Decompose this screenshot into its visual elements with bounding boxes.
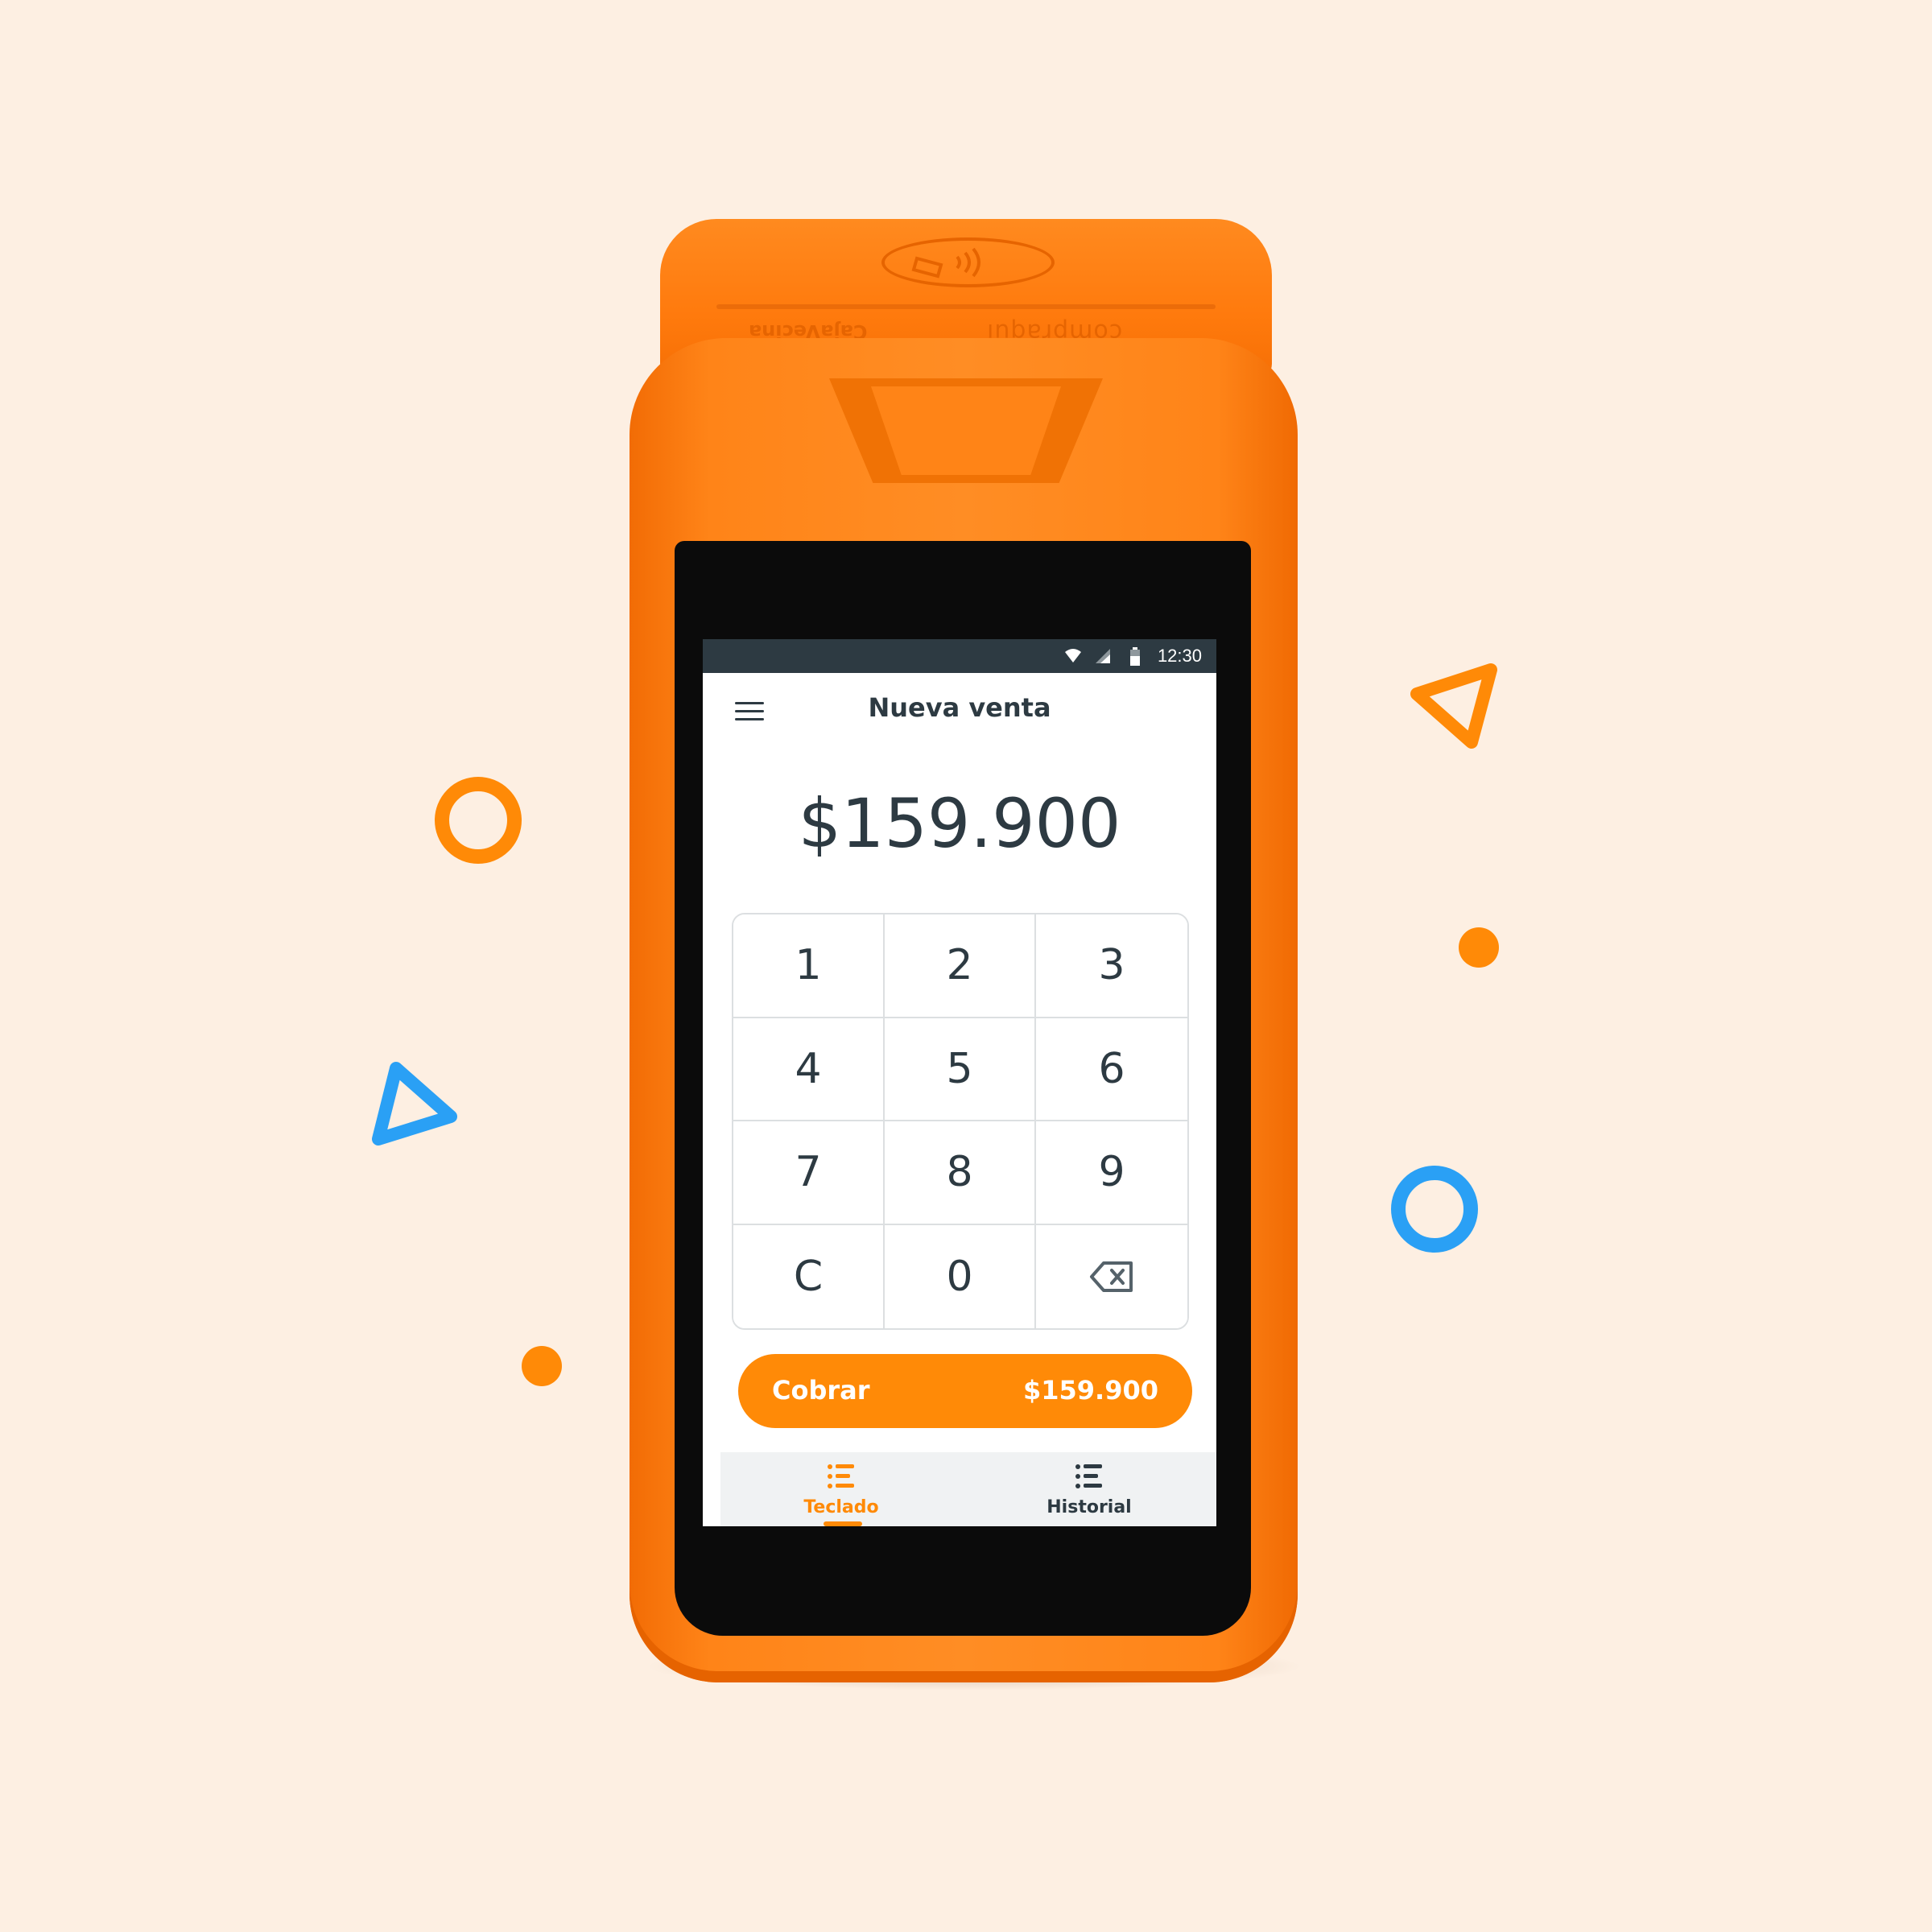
status-bar: 12:30 <box>703 639 1216 673</box>
bottom-nav: Teclado Historial <box>720 1452 1216 1526</box>
key-1[interactable]: 1 <box>733 914 885 1018</box>
key-0[interactable]: 0 <box>885 1224 1036 1328</box>
charge-button[interactable]: Cobrar $159.900 <box>738 1354 1192 1428</box>
page-title: Nueva venta <box>868 692 1051 723</box>
wifi-icon <box>1065 649 1081 663</box>
tab-teclado-label: Teclado <box>803 1497 879 1517</box>
scene: compraquí CajaVecina 12:30 Nueva venta $… <box>0 0 1932 1932</box>
signal-icon <box>1096 649 1110 663</box>
key-backspace[interactable] <box>1036 1224 1187 1328</box>
backspace-icon <box>1090 1261 1133 1292</box>
key-clear[interactable]: C <box>733 1224 885 1328</box>
contactless-payment-icon <box>881 237 1055 287</box>
battery-icon <box>1130 647 1140 666</box>
list-icon <box>828 1464 854 1488</box>
decor-blue-triangle-icon <box>372 1062 457 1146</box>
decor-orange-dot-icon <box>522 1346 562 1386</box>
device-screen: 12:30 Nueva venta $159.900 1 2 3 4 5 6 7… <box>703 639 1216 1526</box>
device-ridge <box>716 304 1216 309</box>
tab-historial[interactable]: Historial <box>968 1452 1210 1526</box>
numeric-keypad: 1 2 3 4 5 6 7 8 9 C 0 <box>732 913 1189 1330</box>
active-tab-indicator <box>824 1521 862 1526</box>
key-5[interactable]: 5 <box>885 1018 1036 1121</box>
tab-teclado[interactable]: Teclado <box>720 1452 962 1526</box>
printer-slot-inner <box>871 386 1061 475</box>
charge-button-amount: $159.900 <box>1022 1375 1158 1406</box>
charge-button-label: Cobrar <box>772 1375 870 1406</box>
tab-historial-label: Historial <box>1046 1497 1132 1517</box>
key-6[interactable]: 6 <box>1036 1018 1187 1121</box>
amount-display: $159.900 <box>798 784 1121 863</box>
key-8[interactable]: 8 <box>885 1121 1036 1225</box>
key-9[interactable]: 9 <box>1036 1121 1187 1225</box>
decor-orange-dot-icon <box>1459 927 1499 968</box>
key-3[interactable]: 3 <box>1036 914 1187 1018</box>
key-7[interactable]: 7 <box>733 1121 885 1225</box>
list-icon <box>1075 1464 1102 1488</box>
key-2[interactable]: 2 <box>885 914 1036 1018</box>
key-4[interactable]: 4 <box>733 1018 885 1121</box>
decor-orange-triangle-icon <box>1410 663 1497 749</box>
status-time: 12:30 <box>1157 646 1202 666</box>
decor-blue-ring-icon <box>1391 1166 1478 1253</box>
decor-orange-ring-icon <box>435 777 522 864</box>
app-header: Nueva venta <box>703 673 1216 737</box>
